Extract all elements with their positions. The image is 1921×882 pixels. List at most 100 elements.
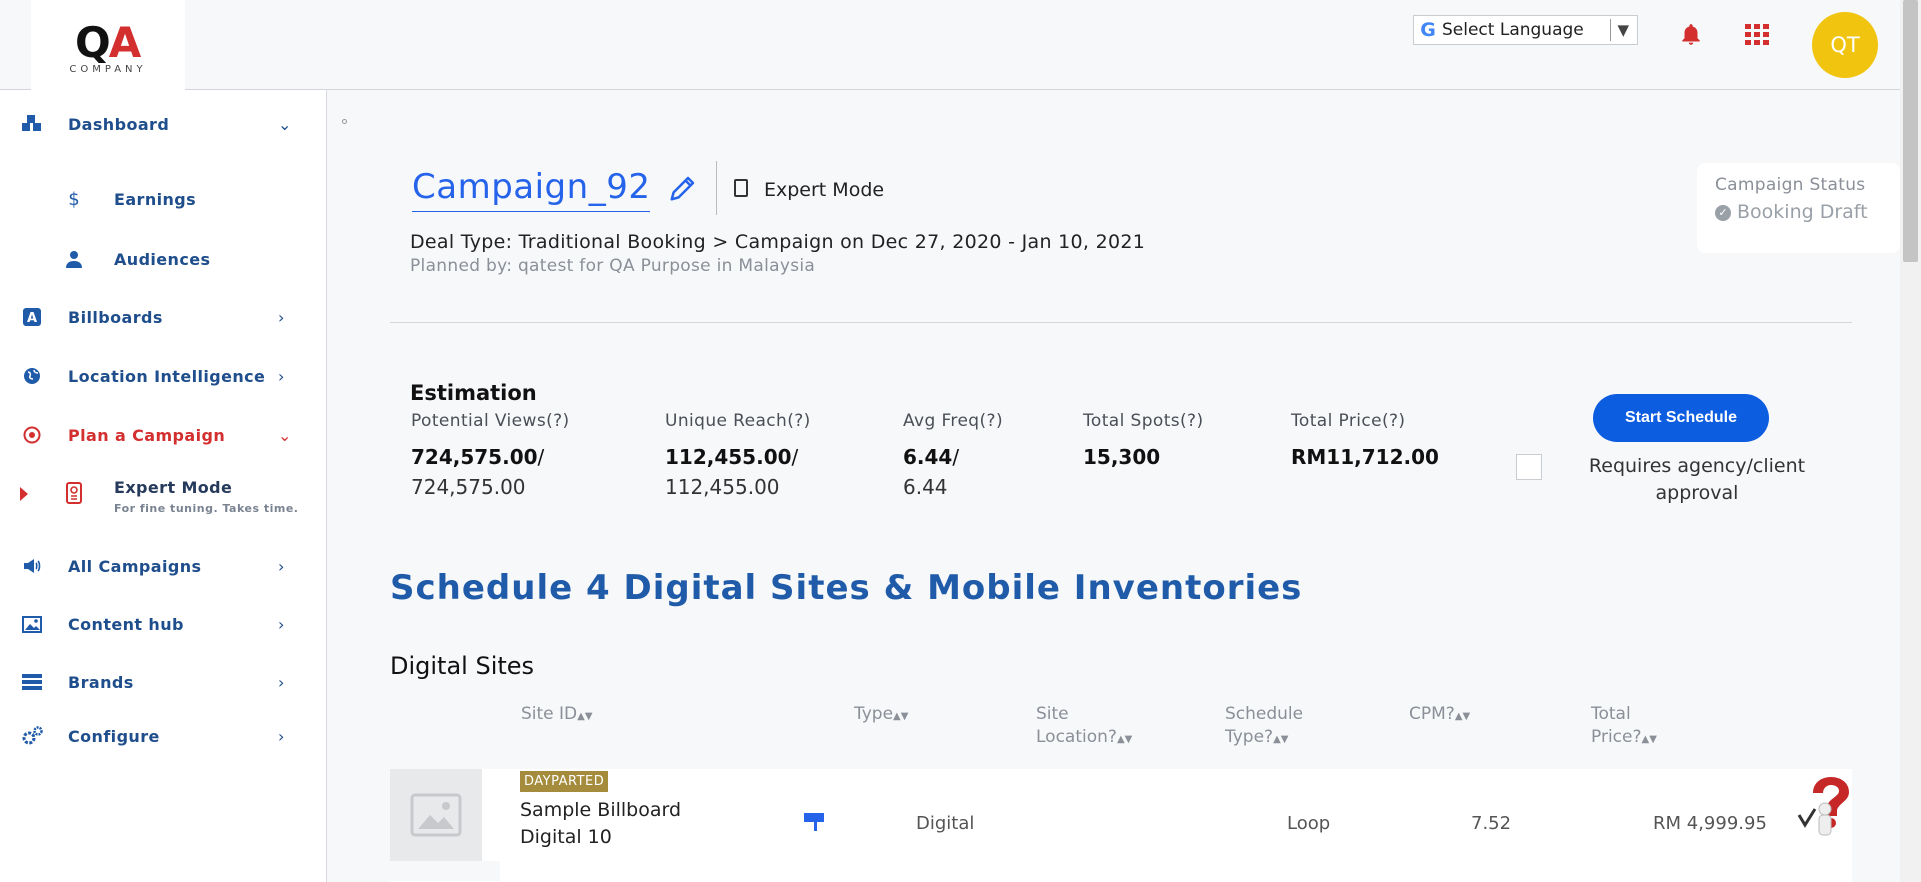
language-select-label: Select Language xyxy=(1442,20,1584,40)
scrollbar-thumb[interactable] xyxy=(1903,0,1918,262)
help-question-icon[interactable] xyxy=(1795,769,1851,841)
pencil-icon[interactable] xyxy=(668,173,698,203)
deal-type-line: Deal Type: Traditional Booking > Campaig… xyxy=(410,231,1146,253)
metric-label[interactable]: Total Price(?) xyxy=(1291,411,1439,431)
ribbon-badge-icon xyxy=(62,482,86,504)
title-divider xyxy=(716,161,717,215)
logo-text: COMPANY xyxy=(69,64,147,75)
schedule-heading: Schedule 4 Digital Sites & Mobile Invent… xyxy=(390,568,1303,608)
metric-value-secondary: 112,455.00 xyxy=(665,475,780,499)
sidebar: Dashboard ⌄ $ Earnings Audiences A Billb… xyxy=(0,90,327,882)
chevron-down-icon: ⌄ xyxy=(278,114,292,134)
vertical-scrollbar[interactable] xyxy=(1900,0,1921,882)
flag-icon[interactable] xyxy=(804,813,826,831)
app-root: QA COMPANY G Select Language ▼ QT Dashbo… xyxy=(0,0,1921,882)
logo-mark: QA xyxy=(75,18,141,67)
sidebar-item-all-campaigns[interactable]: All Campaigns › xyxy=(0,548,327,584)
sidebar-item-label: Earnings xyxy=(114,189,197,209)
sidebar-item-dashboard[interactable]: Dashboard ⌄ xyxy=(0,106,327,142)
sidebar-item-expert-mode[interactable]: Expert Mode For fine tuning. Takes time. xyxy=(0,478,327,522)
sidebar-item-label: All Campaigns xyxy=(68,556,202,576)
sidebar-item-earnings[interactable]: $ Earnings xyxy=(0,181,327,217)
table-row[interactable]: DAYPARTED Sample Billboard Digital 10 Di… xyxy=(390,769,1852,882)
user-avatar[interactable]: QT xyxy=(1812,12,1878,78)
sort-icon: ▲▼ xyxy=(1273,734,1289,745)
schedule-type: Loop xyxy=(1287,813,1331,834)
sort-icon: ▲▼ xyxy=(577,711,593,722)
thumbnail-footer xyxy=(390,861,500,881)
metric-label[interactable]: Total Spots(?) xyxy=(1083,411,1204,431)
gears-icon xyxy=(20,725,44,747)
sidebar-item-plan-campaign[interactable]: Plan a Campaign ⌄ xyxy=(0,417,327,453)
dot-icon xyxy=(342,119,347,124)
sort-icon: ▲▼ xyxy=(893,711,909,722)
sidebar-item-label: Content hub xyxy=(68,614,184,634)
top-header: QA COMPANY G Select Language ▼ QT xyxy=(0,0,1900,106)
cpm-value: 7.52 xyxy=(1471,813,1512,834)
sidebar-item-audiences[interactable]: Audiences xyxy=(0,241,327,277)
mode-label: Expert Mode xyxy=(764,179,885,201)
sidebar-item-label: Expert Mode xyxy=(114,478,233,497)
chevron-right-icon: › xyxy=(278,366,285,386)
sort-icon: ▲▼ xyxy=(1116,734,1133,745)
metric-total-price: Total Price(?) RM11,712.00 xyxy=(1291,411,1439,469)
sidebar-item-label: Configure xyxy=(68,726,160,746)
language-select[interactable]: G Select Language ▼ xyxy=(1413,15,1638,45)
sort-icon: ▲▼ xyxy=(1454,711,1471,722)
divider xyxy=(390,322,1852,323)
svg-text:A: A xyxy=(27,311,37,326)
billboard-icon: A xyxy=(20,306,44,328)
sidebar-item-label: Brands xyxy=(68,672,134,692)
dayparted-badge: DAYPARTED xyxy=(520,771,609,792)
user-icon xyxy=(62,248,86,270)
metric-value: 112,455.00/ xyxy=(665,445,799,469)
bell-icon[interactable] xyxy=(1678,22,1704,48)
estimation-title: Estimation xyxy=(410,381,537,405)
main-content: Campaign_92 Expert Mode Deal Type: Tradi… xyxy=(328,91,1900,882)
sidebar-item-label: Audiences xyxy=(114,249,211,269)
dollar-icon: $ xyxy=(68,188,80,210)
sidebar-item-label: Dashboard xyxy=(68,114,170,134)
target-icon xyxy=(20,424,44,446)
metric-value: 6.44/ xyxy=(903,445,960,469)
column-header-cpm[interactable]: CPM?▲▼ xyxy=(1409,703,1470,728)
site-thumbnail xyxy=(390,769,482,861)
stacked-bars-icon xyxy=(20,671,44,693)
caret-right-icon xyxy=(20,487,28,501)
chevron-down-icon: ⌄ xyxy=(278,425,292,445)
column-header-site-id[interactable]: Site ID▲▼ xyxy=(521,703,593,728)
site-name[interactable]: Sample Billboard Digital 10 xyxy=(520,797,740,851)
sidebar-item-content-hub[interactable]: Content hub › xyxy=(0,606,327,642)
metric-value: 15,300 xyxy=(1083,445,1161,469)
google-icon: G xyxy=(1420,19,1436,41)
column-header-schedule-type[interactable]: Schedule Type?▲▼ xyxy=(1225,703,1303,751)
sidebar-item-label: Billboards xyxy=(68,307,163,327)
chevron-right-icon: › xyxy=(278,672,285,692)
metric-value-secondary: 6.44 xyxy=(903,475,948,499)
chevron-right-icon: › xyxy=(278,614,285,634)
metric-value: RM11,712.00 xyxy=(1291,445,1439,469)
start-schedule-button[interactable]: Start Schedule xyxy=(1593,394,1769,442)
apps-grid-icon[interactable] xyxy=(1745,24,1769,45)
sidebar-item-billboards[interactable]: A Billboards › xyxy=(0,299,327,335)
column-header-type[interactable]: Type▲▼ xyxy=(854,703,908,728)
sidebar-item-location-intelligence[interactable]: Location Intelligence › xyxy=(0,358,327,394)
planned-by-line: Planned by: qatest for QA Purpose in Mal… xyxy=(410,256,816,276)
metric-label[interactable]: Unique Reach(?) xyxy=(665,411,811,431)
sidebar-item-brands[interactable]: Brands › xyxy=(0,664,327,700)
metric-value-secondary: 724,575.00 xyxy=(411,475,526,499)
campaign-title[interactable]: Campaign_92 xyxy=(412,167,651,212)
campaign-status-card: Campaign Status ✓ Booking Draft xyxy=(1697,163,1900,253)
metric-value: 724,575.00/ xyxy=(411,445,545,469)
approval-label: Requires agency/client approval xyxy=(1588,455,1806,504)
column-header-total-price[interactable]: Total Price?▲▼ xyxy=(1591,703,1657,751)
column-header-site-location[interactable]: Site Location?▲▼ xyxy=(1036,703,1132,751)
language-divider xyxy=(1610,19,1612,41)
metric-label[interactable]: Avg Freq(?) xyxy=(903,411,1003,431)
metric-label[interactable]: Potential Views(?) xyxy=(411,411,570,431)
cubes-icon xyxy=(20,113,44,135)
sidebar-item-configure[interactable]: Configure › xyxy=(0,718,327,754)
image-icon xyxy=(20,613,44,635)
metric-unique-reach: Unique Reach(?) 112,455.00/ 112,455.00 xyxy=(665,411,811,499)
approval-checkbox[interactable] xyxy=(1516,454,1542,480)
